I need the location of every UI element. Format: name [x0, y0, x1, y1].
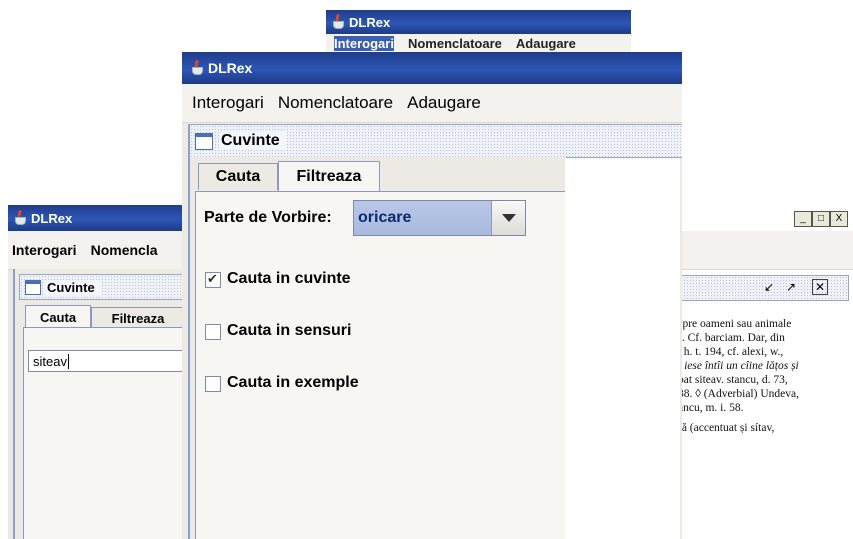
java-icon [13, 210, 27, 226]
part-of-speech-value: oricare [358, 209, 412, 226]
definition-line: i iese întîi un cîine lățos și [678, 360, 799, 372]
definition-line: -ă (accentuat și sítav, [678, 422, 775, 434]
tab-cauta[interactable]: Cauta [25, 305, 91, 328]
definition-line: , h. t. 194, cf. alexi, w., [678, 346, 784, 358]
left-window-titlebar[interactable]: DLRex [8, 205, 188, 231]
right-window: _ □ X ↙ ↗ ✕ spre oameni sau animale ). C… [678, 205, 853, 539]
checkbox-exemple[interactable] [205, 376, 221, 392]
maximize-button[interactable]: □ [812, 211, 830, 227]
definition-line: ancu, m. i. 58. [678, 402, 744, 414]
left-window-title: DLRex [31, 210, 73, 226]
left-frame-title: Cuvinte [45, 279, 101, 295]
menu-adaugare[interactable]: Adaugare [407, 93, 481, 113]
minimize-button[interactable]: _ [794, 211, 812, 227]
option-cauta-in-cuvinte[interactable]: Cauta in cuvinte [205, 268, 465, 292]
option-label: Cauta in exemple [227, 374, 359, 391]
checkbox-cuvinte[interactable] [205, 271, 221, 288]
option-cauta-in-exemple[interactable]: Cauta in exemple [205, 372, 465, 396]
search-input[interactable]: siteav [28, 350, 188, 372]
right-window-titlebar[interactable]: _ □ X [680, 205, 853, 231]
tab-filtreaza[interactable]: Filtreaza [278, 161, 380, 192]
menu-adaugare[interactable]: Adaugare [516, 36, 576, 51]
menu-interogari[interactable]: Interogari [12, 242, 77, 258]
dropdown-arrow-button[interactable] [491, 201, 525, 235]
front-frame-header[interactable]: Cuvinte [188, 124, 682, 158]
menu-nomenclatoare[interactable]: Nomenclatoare [278, 93, 393, 113]
left-frame-header[interactable]: Cuvinte [19, 274, 188, 300]
front-frame-title: Cuvinte [219, 132, 286, 150]
close-button[interactable]: X [830, 211, 848, 227]
option-label: Cauta in cuvinte [227, 270, 351, 287]
java-icon [190, 60, 204, 76]
tab-filtreaza[interactable]: Filtreaza [91, 307, 185, 328]
frame-minimize-icon[interactable]: ↙ [764, 280, 777, 294]
part-of-speech-select[interactable]: oricare [353, 200, 526, 236]
search-input-value: siteav [33, 354, 67, 369]
definition-line: ). Cf. barciam. Dar, din [678, 332, 785, 344]
back-window-menubar: Interogari Nomenclatoare Adaugare [326, 34, 631, 52]
definition-line: spre oameni sau animale [678, 318, 792, 330]
left-window-menubar: Interogari Nomencla [8, 231, 188, 270]
frame-close-icon[interactable]: ✕ [812, 279, 828, 295]
left-tab-panel: siteav [23, 327, 188, 539]
background-gap [565, 158, 680, 539]
front-frame-body: Cauta Filtreaza Parte de Vorbire: oricar… [188, 157, 567, 539]
frame-icon [25, 279, 41, 295]
option-label: Cauta in sensuri [227, 322, 352, 339]
definition-line: bat siteav. stancu, d. 73, [678, 374, 788, 386]
text-cursor [67, 354, 69, 369]
right-menubar [680, 231, 853, 270]
menu-interogari[interactable]: Interogari [334, 35, 394, 51]
front-window-title: DLRex [208, 60, 253, 76]
menu-nomenclatoare[interactable]: Nomencla [91, 242, 158, 258]
checkbox-sensuri[interactable] [205, 324, 221, 340]
frame-icon [195, 132, 213, 150]
front-window-menubar: Interogari Nomenclatoare Adaugare [182, 84, 682, 123]
back-window-title: DLRex [349, 14, 391, 30]
frame-maximize-icon[interactable]: ↗ [786, 280, 799, 294]
chevron-down-icon [502, 214, 516, 222]
right-frame-header[interactable]: ↙ ↗ ✕ [680, 275, 849, 301]
definition-line: 38. ◊ (Adverbial) Undeva, [678, 388, 799, 400]
java-icon [331, 14, 345, 30]
menu-interogari[interactable]: Interogari [192, 93, 264, 113]
part-of-speech-label: Parte de Vorbire: [204, 209, 332, 226]
left-window: DLRex Interogari Nomencla Cuvinte Cauta … [8, 205, 188, 539]
front-window-titlebar[interactable]: DLRex [182, 52, 682, 84]
filtreaza-panel: Parte de Vorbire: oricare Cauta in cuvin… [195, 191, 567, 539]
back-window-titlebar[interactable]: DLRex [326, 10, 631, 34]
menu-nomenclatoare[interactable]: Nomenclatoare [408, 36, 502, 51]
definition-text: spre oameni sau animale ). Cf. barciam. … [678, 303, 853, 539]
left-internal-frame: Cuvinte Cauta Filtreaza siteav [13, 269, 188, 539]
tab-cauta[interactable]: Cauta [198, 163, 278, 190]
option-cauta-in-sensuri[interactable]: Cauta in sensuri [205, 320, 465, 344]
back-window: DLRex Interogari Nomenclatoare Adaugare [326, 10, 631, 52]
